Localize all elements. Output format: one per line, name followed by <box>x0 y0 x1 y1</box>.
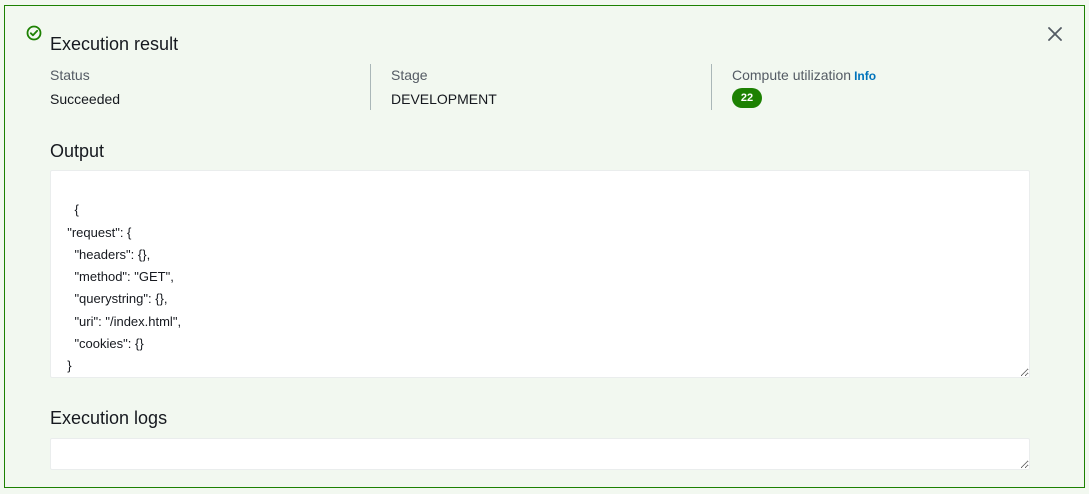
output-textarea[interactable]: { "request": { "headers": {}, "method": … <box>50 170 1030 378</box>
execution-result-panel: Execution result Status Succeeded Stage … <box>4 5 1085 488</box>
output-content: { "request": { "headers": {}, "method": … <box>67 202 182 374</box>
compute-label-row: Compute utilization Info <box>732 67 876 83</box>
close-button[interactable] <box>1045 26 1065 46</box>
resize-handle-icon[interactable] <box>1019 459 1027 467</box>
status-value: Succeeded <box>50 91 121 107</box>
execution-logs-title: Execution logs <box>50 408 168 428</box>
column-divider <box>370 64 371 110</box>
output-title: Output <box>50 141 105 161</box>
status-label: Status <box>50 67 90 83</box>
compute-utilization-badge: 22 <box>732 88 762 108</box>
resize-handle-icon[interactable] <box>1019 367 1027 375</box>
info-link[interactable]: Info <box>854 69 876 83</box>
check-circle-icon <box>26 25 42 41</box>
result-summary: Status Succeeded Stage DEVELOPMENT Compu… <box>50 64 1050 114</box>
close-icon <box>1048 26 1062 46</box>
execution-logs-textarea[interactable] <box>50 438 1030 470</box>
compute-label: Compute utilization <box>732 67 852 83</box>
stage-label: Stage <box>391 67 428 83</box>
column-divider <box>711 64 712 110</box>
stage-value: DEVELOPMENT <box>391 91 497 107</box>
panel-title: Execution result <box>50 34 179 54</box>
